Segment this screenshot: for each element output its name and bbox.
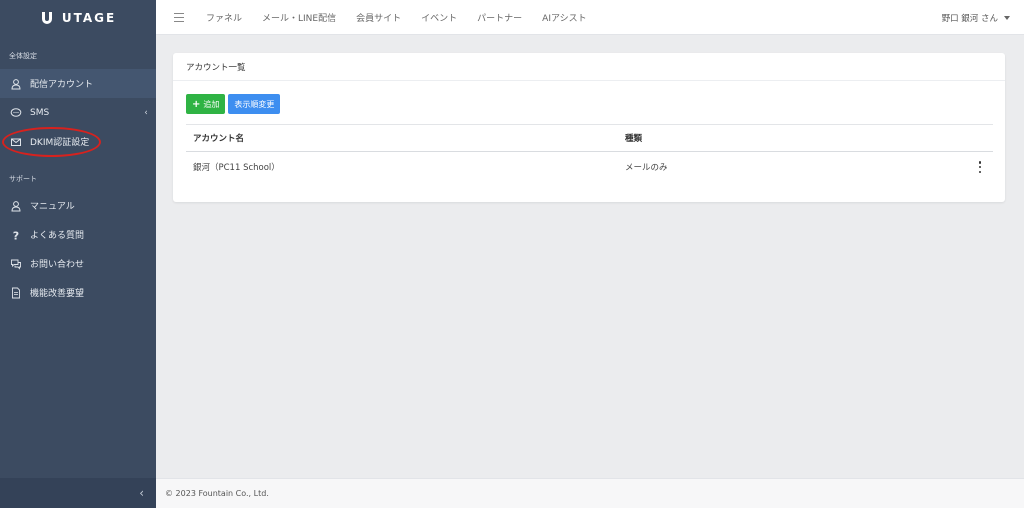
copyright-text: © 2023 Fountain Co., Ltd.: [165, 489, 269, 498]
sidebar-item-sms[interactable]: SMS ‹: [0, 98, 156, 127]
chat-bubbles-icon: [0, 258, 30, 270]
sidebar-item-dkim[interactable]: DKIM認証設定: [0, 127, 156, 156]
user-icon: [0, 200, 30, 212]
nav-ai-assist[interactable]: AIアシスト: [542, 11, 586, 24]
plus-icon: +: [192, 98, 201, 110]
utage-logo-icon: [40, 11, 54, 25]
sidebar-item-label: DKIM認証設定: [30, 138, 90, 148]
sidebar-item-faq[interactable]: ? よくある質問: [0, 220, 156, 249]
section-title-settings: 全体設定: [9, 52, 37, 60]
table-row[interactable]: 銀河（PC11 School） メールのみ: [186, 152, 993, 182]
table-header: アカウント名 種類: [186, 124, 993, 152]
user-menu[interactable]: 野口 銀河 さん: [942, 0, 1010, 35]
sidebar: UTAGE 全体設定 配信アカウント SMS ‹ DKIM認証設定 サポート マ…: [0, 0, 156, 508]
account-type-cell: メールのみ: [625, 163, 668, 173]
mail-icon: [0, 136, 30, 148]
nav-event[interactable]: イベント: [421, 11, 457, 24]
user-name: 野口 銀河 さん: [941, 13, 998, 24]
nav-member-site[interactable]: 会員サイト: [356, 11, 401, 24]
caret-down-icon: [1004, 15, 1010, 20]
add-button-label: 追加: [203, 99, 220, 109]
document-icon: [0, 287, 30, 299]
sidebar-item-contact[interactable]: お問い合わせ: [0, 249, 156, 278]
column-header-account-name: アカウント名: [193, 134, 245, 144]
user-icon: [0, 78, 30, 90]
sidebar-item-label: お問い合わせ: [30, 260, 85, 270]
account-name-cell: 銀河（PC11 School）: [193, 163, 280, 173]
brand-logo[interactable]: UTAGE: [0, 0, 156, 35]
add-button[interactable]: + 追加: [186, 94, 226, 114]
sidebar-item-feature-request[interactable]: 機能改善要望: [0, 278, 156, 307]
topbar: ファネル メール・LINE配信 会員サイト イベント パートナー AIアシスト …: [156, 0, 1024, 35]
sidebar-collapse-button[interactable]: ‹: [0, 478, 156, 508]
nav-mail-line[interactable]: メール・LINE配信: [262, 11, 336, 24]
card-actions: + 追加 表示順変更: [186, 94, 281, 114]
sidebar-item-delivery-account[interactable]: 配信アカウント: [0, 69, 156, 98]
svg-text:?: ?: [13, 229, 19, 241]
question-icon: ?: [0, 229, 30, 241]
sidebar-item-label: SMS: [30, 107, 50, 118]
top-nav: ファネル メール・LINE配信 会員サイト イベント パートナー AIアシスト: [206, 11, 607, 24]
sidebar-item-label: よくある質問: [30, 231, 85, 241]
nav-funnel[interactable]: ファネル: [206, 11, 242, 24]
section-title-support: サポート: [9, 175, 37, 183]
menu-toggle-icon[interactable]: [174, 12, 194, 22]
account-list-card: アカウント一覧 + 追加 表示順変更 アカウント名 種類 銀河（PC11 Sch…: [173, 53, 1005, 202]
column-header-type: 種類: [625, 134, 643, 144]
chat-icon: [0, 107, 30, 119]
more-options-icon[interactable]: [977, 161, 983, 173]
sidebar-item-label: 配信アカウント: [30, 80, 94, 90]
nav-partner[interactable]: パートナー: [477, 11, 522, 24]
account-table: アカウント名 種類 銀河（PC11 School） メールのみ: [186, 124, 993, 182]
footer: © 2023 Fountain Co., Ltd.: [156, 478, 1024, 508]
chevron-left-icon: ‹: [139, 486, 144, 500]
brand-name: UTAGE: [61, 10, 117, 25]
reorder-button[interactable]: 表示順変更: [228, 94, 281, 114]
sidebar-item-label: 機能改善要望: [30, 289, 85, 299]
chevron-left-icon: ‹: [144, 107, 148, 118]
sidebar-item-label: マニュアル: [30, 202, 75, 212]
sidebar-item-manual[interactable]: マニュアル: [0, 191, 156, 220]
card-title: アカウント一覧: [173, 53, 1005, 81]
